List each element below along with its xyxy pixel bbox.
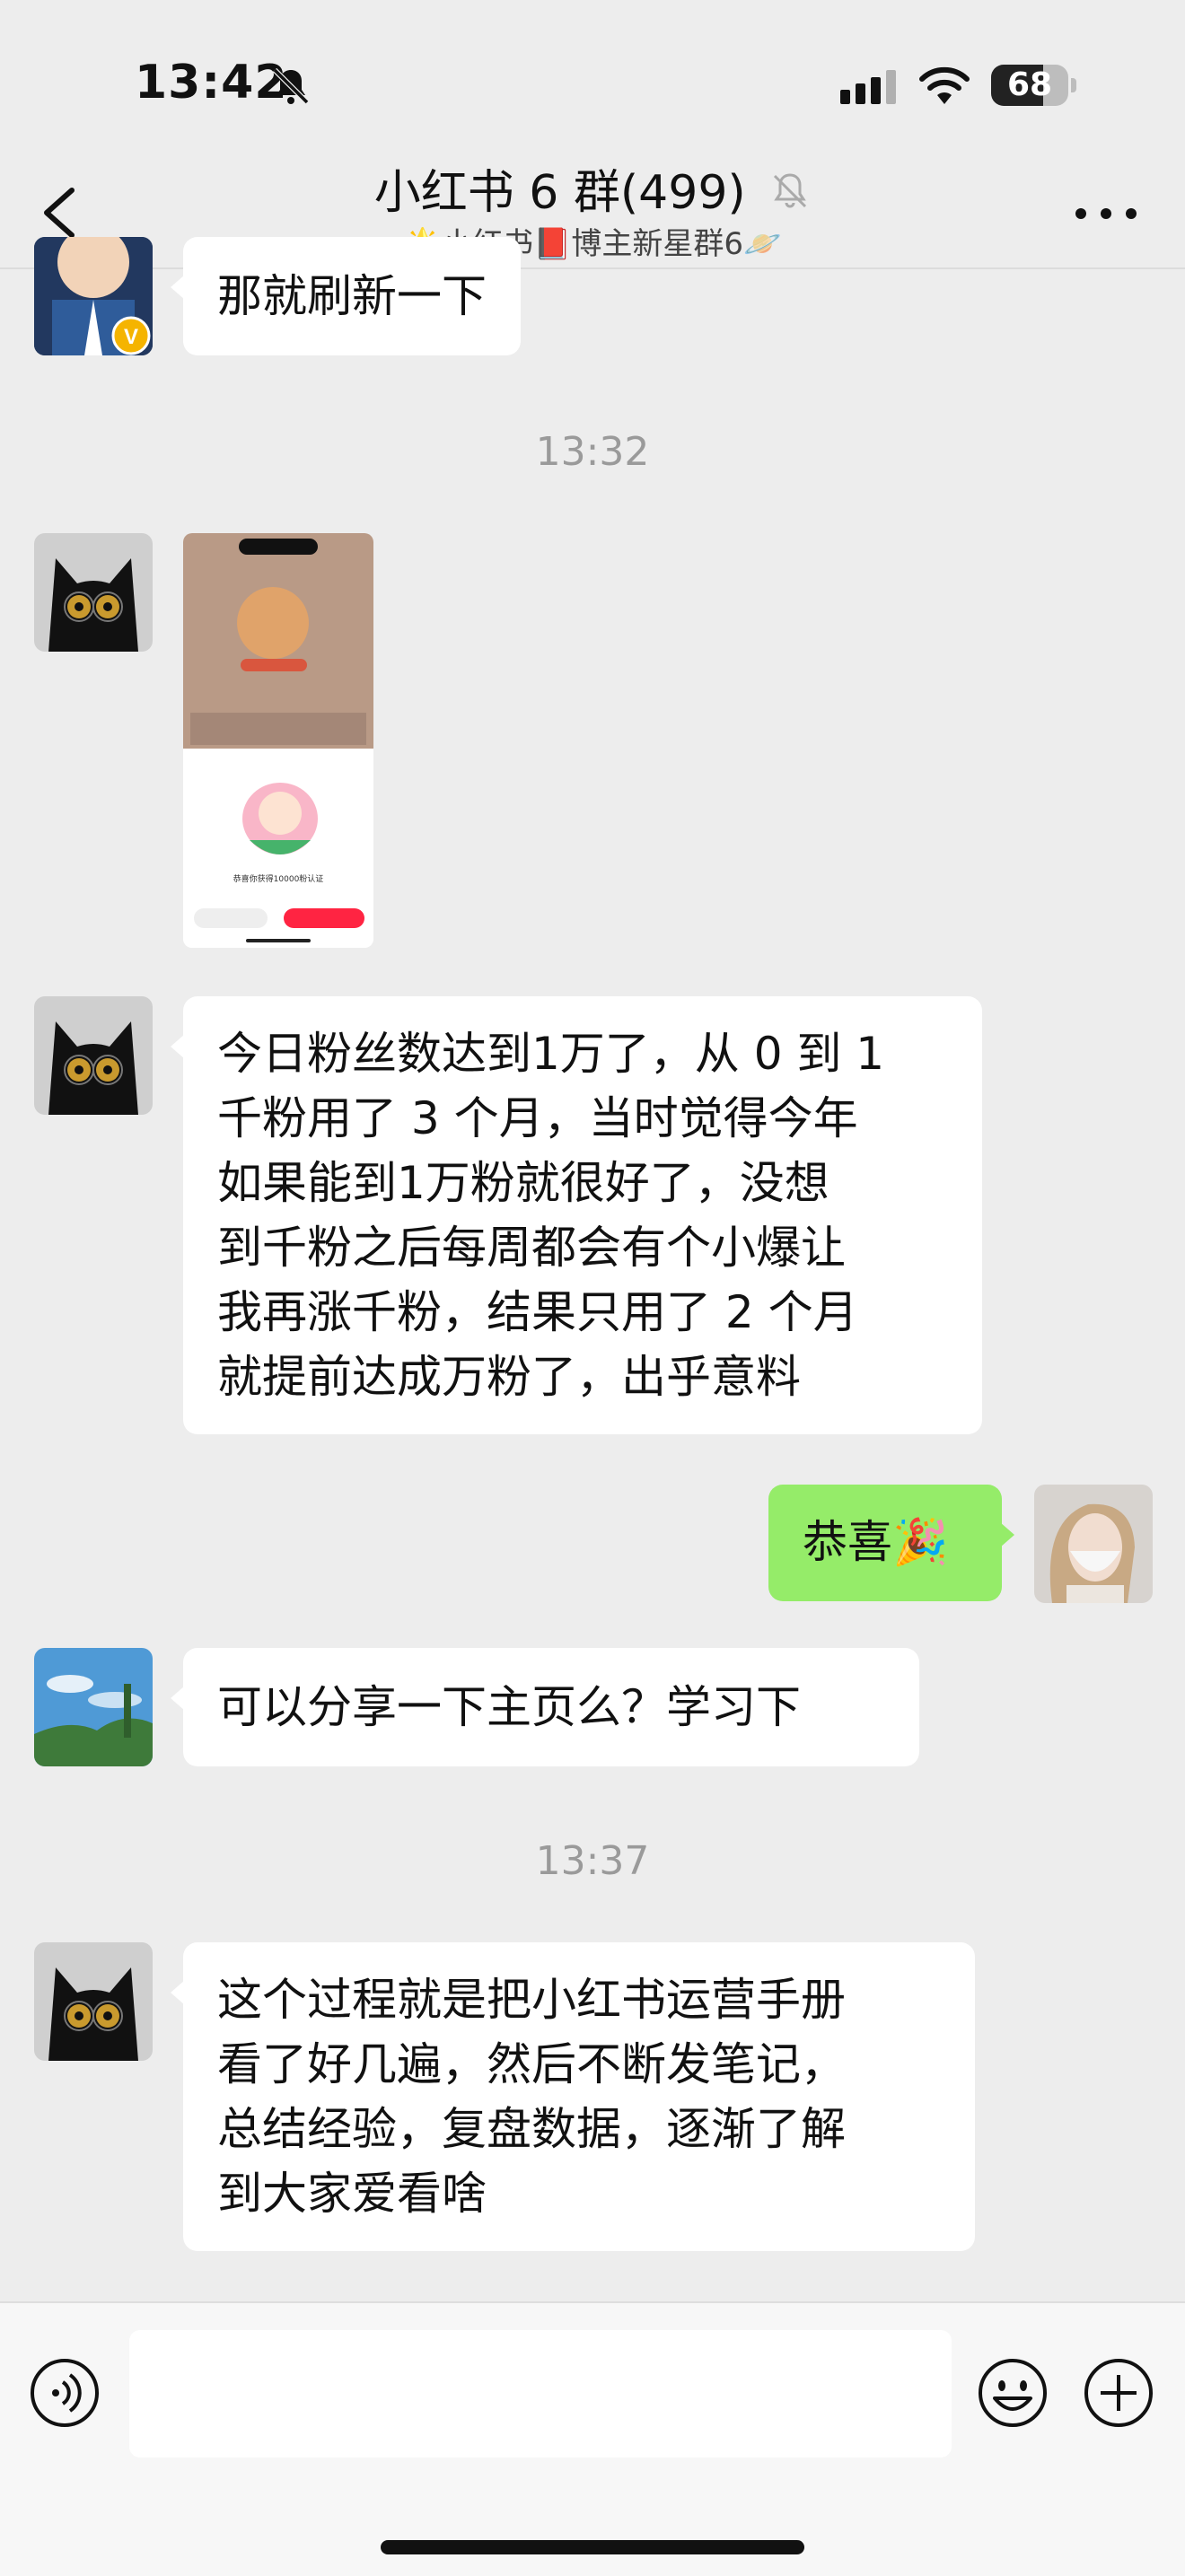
message-line: 今日粉丝数达到1万了，从 0 到 1: [217, 1028, 885, 1080]
avatar-image: [34, 533, 153, 652]
avatar-self[interactable]: [1034, 1485, 1153, 1603]
message-line: 千粉用了 3 个月，当时觉得今年: [217, 1092, 858, 1144]
silent-mode-icon: [272, 67, 310, 105]
screenshot-thumbnail: 恭喜你获得10000粉认证: [183, 533, 373, 948]
image-message[interactable]: 恭喜你获得10000粉认证: [183, 533, 373, 948]
group-subtitle: 🌟小红书📕博主新星群6🪐: [403, 226, 782, 262]
message-bubble[interactable]: 今日粉丝数达到1万了，从 0 到 1 千粉用了 3 个月，当时觉得今年 如果能到…: [171, 996, 982, 1434]
status-time: 13:42: [135, 56, 288, 110]
avatar-image: [34, 996, 153, 1115]
message-timestamp: 13:37: [535, 1838, 650, 1884]
chat-title-block[interactable]: 小红书 6 群(499) 🌟小红书📕博主新星群6🪐: [0, 162, 1185, 264]
avatar-image: [34, 1648, 153, 1766]
message-text: 可以分享一下主页么？学习下: [217, 1681, 801, 1733]
voice-icon[interactable]: [29, 2357, 101, 2429]
status-bar: 13:42 68: [0, 0, 1185, 162]
message-text: 那就刷新一下: [217, 270, 487, 322]
message-bubble[interactable]: 那就刷新一下: [171, 237, 521, 355]
message-line: 我再涨千粉，结果只用了 2 个月: [217, 1286, 858, 1338]
home-indicator: [381, 2540, 804, 2554]
battery-percent: 68: [1006, 66, 1053, 103]
message-input[interactable]: [129, 2330, 952, 2458]
message-line: 到千粉之后每周都会有个小爆让: [217, 1222, 846, 1274]
emoji-icon[interactable]: [977, 2357, 1049, 2429]
message-bubble[interactable]: 可以分享一下主页么？学习下: [171, 1648, 919, 1766]
message-bubble-self[interactable]: 恭喜🎉: [768, 1485, 1014, 1601]
message-line: 总结经验，复盘数据，逐渐了解: [217, 2103, 846, 2155]
group-name: 小红书 6 群: [373, 166, 620, 220]
message-line: 到大家爱看啥: [217, 2168, 487, 2220]
battery-indicator: 68: [991, 65, 1077, 108]
avatar[interactable]: [34, 996, 153, 1115]
avatar-image: [34, 1942, 153, 2061]
wifi-icon: [919, 66, 970, 104]
svg-text:V: V: [124, 325, 138, 349]
avatar-image: [1034, 1485, 1153, 1603]
chat-header: 小红书 6 群(499) 🌟小红书📕博主新星群6🪐: [0, 162, 1185, 269]
message-bubble[interactable]: 这个过程就是把小红书运营手册 看了好几遍，然后不断发笔记， 总结经验，复盘数据，…: [171, 1942, 975, 2251]
image-caption: 恭喜你获得10000粉认证: [233, 873, 324, 884]
avatar[interactable]: V: [34, 237, 153, 355]
message-line: 就提前达成万粉了，出乎意料: [217, 1351, 801, 1403]
message-line: 如果能到1万粉就很好了，没想: [217, 1157, 830, 1209]
message-line: 这个过程就是把小红书运营手册: [217, 1974, 846, 2026]
avatar[interactable]: [34, 1942, 153, 2061]
avatar[interactable]: [34, 533, 153, 652]
mute-bell-icon: [774, 173, 807, 208]
avatar-image: V: [34, 237, 153, 355]
more-icon[interactable]: [1070, 187, 1142, 241]
back-arrow-icon[interactable]: [34, 181, 88, 244]
plus-icon[interactable]: [1083, 2357, 1154, 2429]
message-line: 看了好几遍，然后不断发笔记，: [217, 2038, 846, 2090]
member-count: (499): [619, 166, 746, 220]
input-bar: [0, 2301, 1185, 2576]
message-text: 恭喜🎉: [803, 1516, 949, 1568]
cellular-signal-icon: [840, 70, 896, 104]
avatar[interactable]: [34, 1648, 153, 1766]
message-timestamp: 13:32: [535, 429, 650, 475]
